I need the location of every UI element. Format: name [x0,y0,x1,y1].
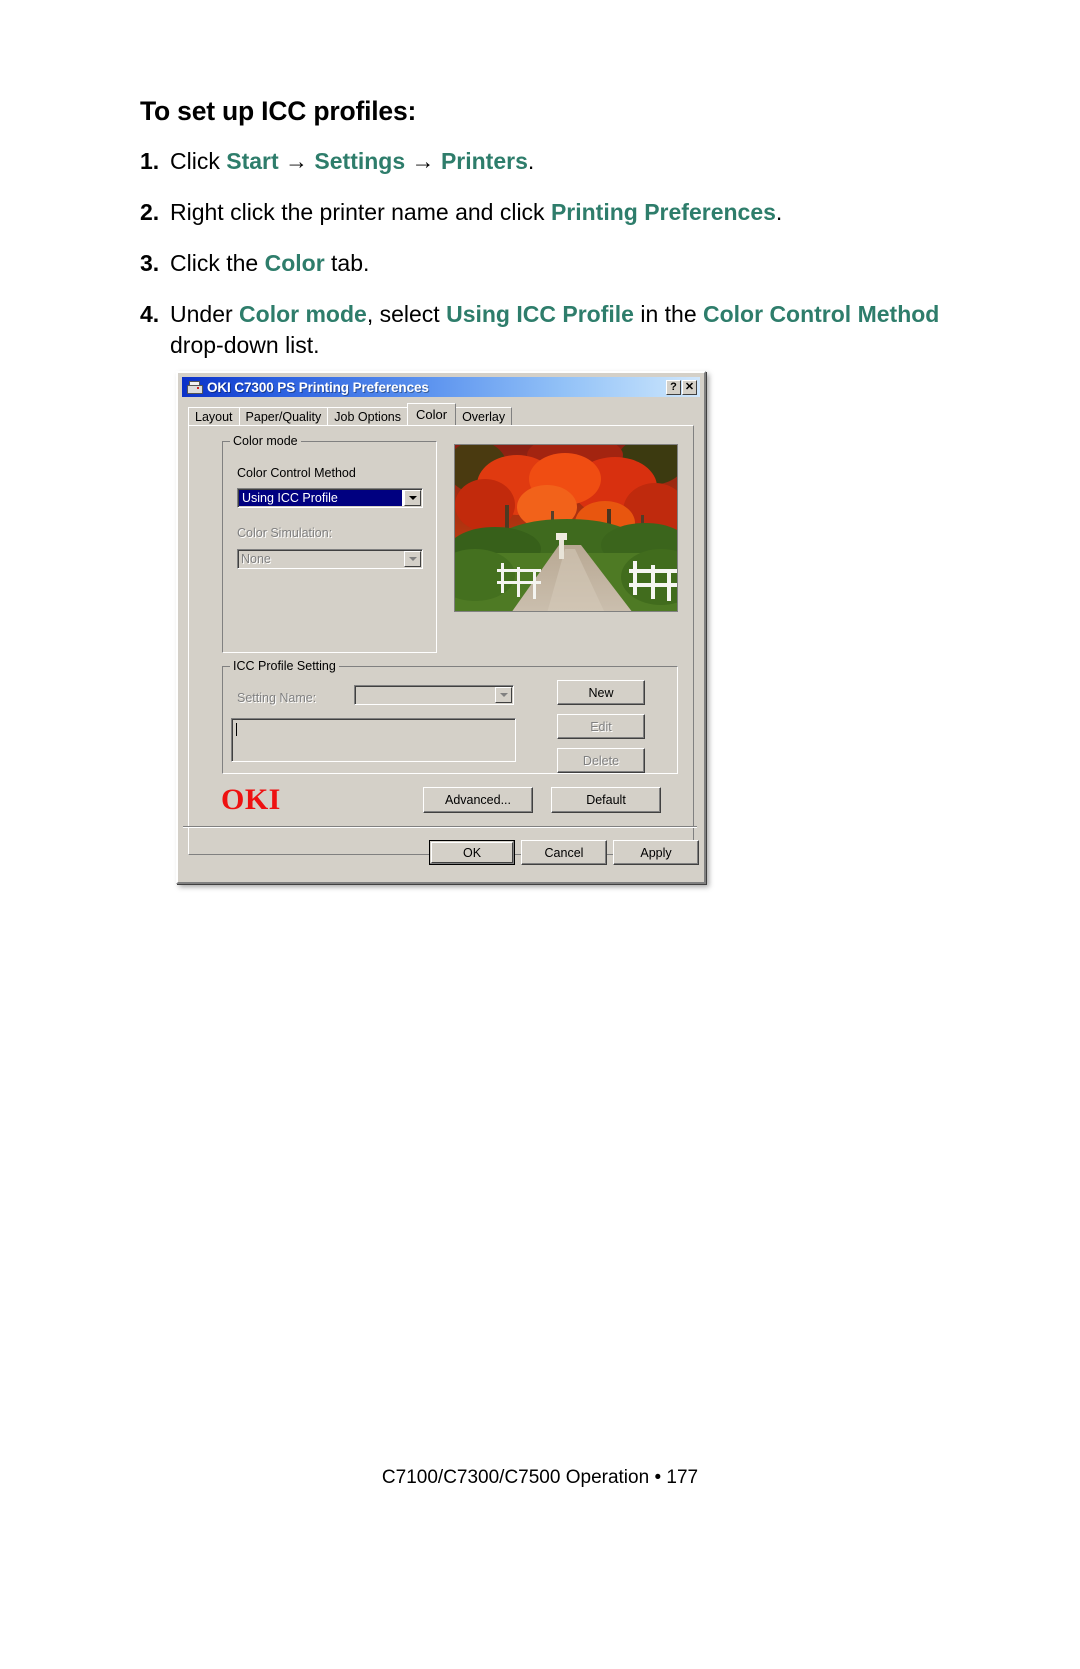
color-simulation-value: None [241,552,271,566]
printer-icon [185,380,203,395]
apply-button[interactable]: Apply [613,840,699,865]
dialog-titlebar[interactable]: OKI C7300 PS Printing Preferences ? ✕ [182,377,700,397]
plain-text: tab. [324,250,370,277]
color-tab-panel: Color mode Color Control Method Using IC… [188,425,694,855]
keyword: Settings [314,148,406,174]
close-icon[interactable]: ✕ [682,379,697,395]
setting-name-label: Setting Name: [237,691,317,705]
keyword: Color Control Method [703,301,940,328]
tab-bar: Layout Paper/Quality Job Options Color O… [188,403,700,425]
plain-text: . [527,148,535,174]
cancel-button[interactable]: Cancel [521,840,607,865]
cancel-button-label: Cancel [544,845,584,860]
keyword: Printing Preferences [550,199,776,226]
color-control-method-combobox[interactable]: Using ICC Profile [237,488,423,508]
edit-button[interactable]: Edit [557,714,645,739]
page-footer: C7100/C7300/C7500 Operation • 177 [381,1467,699,1488]
color-control-method-value: Using ICC Profile [239,490,402,506]
color-simulation-label: Color Simulation: [237,526,333,540]
setting-name-value [355,686,494,704]
step-text: Under Color mode, select Using ICC Profi… [170,299,940,361]
keyword: Color mode [239,301,367,328]
plain-text: Right click the printer name and click [170,199,551,226]
delete-button-label: Delete [582,753,620,768]
dialog-title: OKI C7300 PS Printing Preferences [207,379,429,395]
help-icon[interactable]: ? [666,379,681,395]
color-control-method-label: Color Control Method [237,466,356,480]
new-button[interactable]: New [557,680,645,705]
plain-text: Under [170,301,240,328]
plain-text: . [775,199,783,226]
step-number: 3. [140,250,160,277]
setting-name-combobox[interactable] [354,685,514,705]
list-item: 2. Right click the printer name and clic… [140,197,940,228]
keyword: Using ICC Profile [446,301,634,328]
delete-button[interactable]: Delete [557,748,645,773]
icc-profile-setting-group-label: ICC Profile Setting [230,659,339,673]
keyword: Printers [440,148,528,174]
plain-text: Click the [170,250,265,277]
list-item: 1. Click Start → Settings → Printers. [140,146,940,177]
new-button-label: New [588,685,614,700]
tab-job-options[interactable]: Job Options [327,407,408,425]
tab-paper-quality[interactable]: Paper/Quality [238,407,329,425]
step-text: Right click the printer name and click P… [170,197,940,228]
keyword: Color [264,250,325,277]
plain-text: → [405,148,441,174]
keyword: Start [226,148,279,174]
titlebar-buttons: ? ✕ [666,379,698,395]
ok-button[interactable]: OK [429,840,515,865]
step-text: Click the Color tab. [170,248,940,279]
plain-text: , select [366,301,447,328]
edit-button-label: Edit [590,719,612,734]
printing-preferences-dialog: OKI C7300 PS Printing Preferences ? ✕ La… [176,371,706,884]
plain-text: Click [170,148,227,174]
chevron-down-icon[interactable] [495,687,512,703]
chevron-down-icon[interactable] [404,490,421,506]
tab-layout[interactable]: Layout [188,407,240,425]
text-caret [236,723,237,736]
chevron-down-icon[interactable] [404,551,421,567]
color-simulation-combobox[interactable]: None [237,549,423,569]
step-text: Click Start → Settings → Printers. [170,146,940,177]
print-preview-image [454,444,678,612]
step-number: 1. [140,148,160,174]
advanced-button-label: Advanced... [444,793,511,807]
tab-overlay[interactable]: Overlay [455,407,513,425]
default-button-label: Default [586,793,626,807]
default-button[interactable]: Default [551,787,661,813]
list-item: 4. Under Color mode, select Using ICC Pr… [140,299,940,361]
document-page: To set up ICC profiles: 1. Click Start →… [0,0,1080,1669]
oki-logo: OKI [221,783,281,816]
apply-button-label: Apply [640,845,672,860]
page-title: To set up ICC profiles: [140,96,417,126]
plain-text: → [278,148,315,174]
dialog-separator [183,826,697,828]
icc-profile-list[interactable] [231,718,516,762]
autumn-scene-illustration [455,445,677,611]
list-item: 3. Click the Color tab. [140,248,940,279]
step-number: 4. [140,301,160,328]
tab-color[interactable]: Color [406,403,457,425]
plain-text: drop-down list. [170,332,320,359]
advanced-button[interactable]: Advanced... [423,787,533,813]
dialog-inner: OKI C7300 PS Printing Preferences ? ✕ La… [178,373,704,882]
color-mode-group-label: Color mode [230,434,301,448]
instruction-list: 1. Click Start → Settings → Printers. 2.… [140,146,940,381]
step-number: 2. [140,199,160,226]
plain-text: in the [633,301,703,328]
